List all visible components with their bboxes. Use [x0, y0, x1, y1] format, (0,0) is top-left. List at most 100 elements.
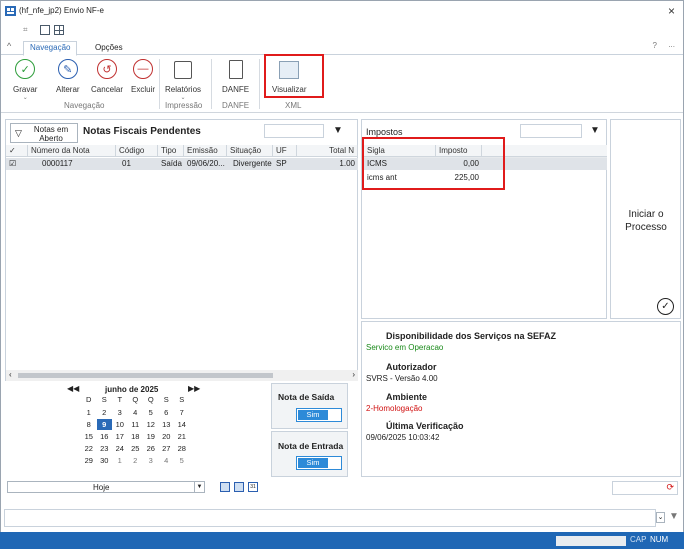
alterar-button[interactable]: ✎ Alterar: [56, 59, 80, 94]
relatorios-button[interactable]: Relatórios ⌄: [165, 59, 201, 101]
calendar-day[interactable]: 15: [81, 431, 97, 442]
gravar-button[interactable]: ✓ Gravar ⌄: [13, 59, 37, 101]
calendar-day[interactable]: 9: [96, 419, 112, 430]
danfe-button[interactable]: DANFE: [222, 59, 249, 94]
pencil-icon: ✎: [57, 59, 78, 79]
calendar-day[interactable]: 3: [112, 407, 128, 418]
calendar-day[interactable]: 23: [97, 443, 113, 454]
col-emissao[interactable]: Emissão: [184, 145, 227, 157]
ult-value: 09/06/2025 10:03:42: [366, 433, 440, 442]
tab-navegacao[interactable]: Navegação: [23, 41, 78, 56]
minimize-icon[interactable]: ⌗: [23, 25, 28, 35]
impostos-search-input[interactable]: [520, 124, 582, 138]
calendar-day[interactable]: 4: [159, 455, 175, 466]
day-view-icon[interactable]: [220, 482, 230, 492]
select-all-checkbox[interactable]: ✓: [6, 145, 28, 157]
calendar-day[interactable]: 11: [128, 419, 144, 430]
ult-title: Última Verificação: [386, 421, 464, 431]
col-tipo[interactable]: Tipo: [158, 145, 184, 157]
bottom-filter-input[interactable]: [4, 509, 656, 527]
excluir-button[interactable]: — Excluir: [131, 59, 155, 94]
chevron-down-icon[interactable]: ▼: [194, 482, 204, 492]
nota-entrada-toggle[interactable]: Sim: [296, 456, 342, 470]
grid-icon[interactable]: [54, 25, 64, 35]
collapse-ribbon-icon[interactable]: ^: [7, 41, 11, 51]
calendar-day[interactable]: 13: [159, 419, 175, 430]
calendar-day[interactable]: 5: [143, 407, 159, 418]
calendar-day[interactable]: 1: [81, 407, 97, 418]
calendar-day[interactable]: 20: [159, 431, 175, 442]
calendar-day[interactable]: 10: [112, 419, 128, 430]
calendar-day[interactable]: 8: [81, 419, 97, 430]
tab-opcoes[interactable]: Opções: [89, 42, 129, 53]
refresh-icon[interactable]: ⟳: [666, 482, 674, 493]
today-select[interactable]: Hoje ▼: [7, 481, 205, 493]
notas-em-aberto-button[interactable]: ▽ Notas em Aberto: [10, 123, 78, 143]
col-codigo[interactable]: Código: [116, 145, 158, 157]
calendar-day[interactable]: 5: [174, 455, 190, 466]
small-input[interactable]: ⟳: [612, 481, 678, 495]
col-total[interactable]: Total N: [297, 145, 358, 157]
calendar-day[interactable]: 7: [174, 407, 190, 418]
scrollbar-thumb[interactable]: [18, 373, 273, 378]
nota-saida-toggle[interactable]: Sim: [296, 408, 342, 422]
ribbon-separator: [159, 59, 160, 109]
calendar-day[interactable]: 19: [143, 431, 159, 442]
notas-title: Notas Fiscais Pendentes: [83, 126, 201, 137]
calendar-day[interactable]: 1: [112, 455, 128, 466]
close-button[interactable]: ×: [668, 4, 675, 18]
chevron-down-icon[interactable]: ⌄: [656, 512, 665, 523]
notas-search-input[interactable]: [264, 124, 324, 138]
cell-numero: 0000117: [42, 159, 73, 168]
row-checkbox[interactable]: ☑: [6, 158, 28, 170]
printer-icon: [174, 61, 192, 79]
window-title: (hf_nfe_jp2) Envio NF-e: [19, 6, 104, 15]
iniciar-processo-button[interactable]: Iniciar o Processo ✓: [610, 119, 681, 319]
calendar-day[interactable]: 16: [97, 431, 113, 442]
calendar-day[interactable]: 2: [128, 455, 144, 466]
col-uf[interactable]: UF: [273, 145, 297, 157]
prev-month-icon[interactable]: ◀◀: [67, 384, 79, 393]
calendar-day[interactable]: 2: [97, 407, 113, 418]
filter-icon[interactable]: ▼: [669, 511, 679, 522]
help-icon[interactable]: ?: [653, 41, 657, 50]
calendar-day[interactable]: 12: [143, 419, 159, 430]
filter-icon[interactable]: ▼: [590, 125, 600, 136]
calendar-day[interactable]: 17: [112, 431, 128, 442]
calendar-day[interactable]: 4: [128, 407, 144, 418]
next-month-icon[interactable]: ▶▶: [188, 384, 200, 393]
scroll-left-icon[interactable]: ‹: [9, 370, 12, 379]
cancelar-button[interactable]: ↺ Cancelar: [91, 59, 123, 94]
calendar-day[interactable]: 29: [81, 455, 97, 466]
status-bar: CAP NUM: [0, 532, 684, 549]
calendar-grid: D S T Q Q S S 1 2 3 4 5 6 7 8 9 10 11 12 13 14 15 16 17 18 19 20 21…: [81, 395, 191, 479]
calendar-day[interactable]: 18: [128, 431, 144, 442]
calendar-day[interactable]: 14: [174, 419, 190, 430]
calendar-day[interactable]: 28: [174, 443, 190, 454]
disp-value: Servico em Operacao: [366, 343, 444, 352]
horizontal-scrollbar[interactable]: ‹ ›: [6, 370, 358, 381]
weekday-label: Q: [132, 395, 139, 404]
calendar-day[interactable]: 26: [143, 443, 159, 454]
relatorios-label: Relatórios: [165, 85, 202, 94]
month-view-icon[interactable]: 31: [248, 482, 258, 492]
calendar-day[interactable]: 24: [112, 443, 128, 454]
col-situacao[interactable]: Situação: [227, 145, 273, 157]
scroll-right-icon[interactable]: ›: [352, 370, 355, 379]
impostos-highlight: [362, 137, 505, 190]
calendar-day[interactable]: 6: [159, 407, 175, 418]
table-row[interactable]: ☑ 0000117 01 Saída 09/06/20... Divergent…: [6, 158, 358, 170]
calendar-icon[interactable]: [40, 25, 50, 35]
cell-uf: SP: [276, 159, 287, 168]
calendar-day[interactable]: 22: [81, 443, 97, 454]
calendar-day[interactable]: 21: [174, 431, 190, 442]
more-options-icon[interactable]: ...: [668, 40, 675, 49]
filter-icon[interactable]: ▼: [333, 125, 343, 136]
calendar-day[interactable]: 25: [128, 443, 144, 454]
col-numero[interactable]: Número da Nota: [28, 145, 116, 157]
calendar-day[interactable]: 3: [143, 455, 159, 466]
week-view-icon[interactable]: [234, 482, 244, 492]
calendar-day[interactable]: 27: [159, 443, 175, 454]
cell-situacao: Divergente: [233, 159, 272, 168]
calendar-day[interactable]: 30: [97, 455, 113, 466]
